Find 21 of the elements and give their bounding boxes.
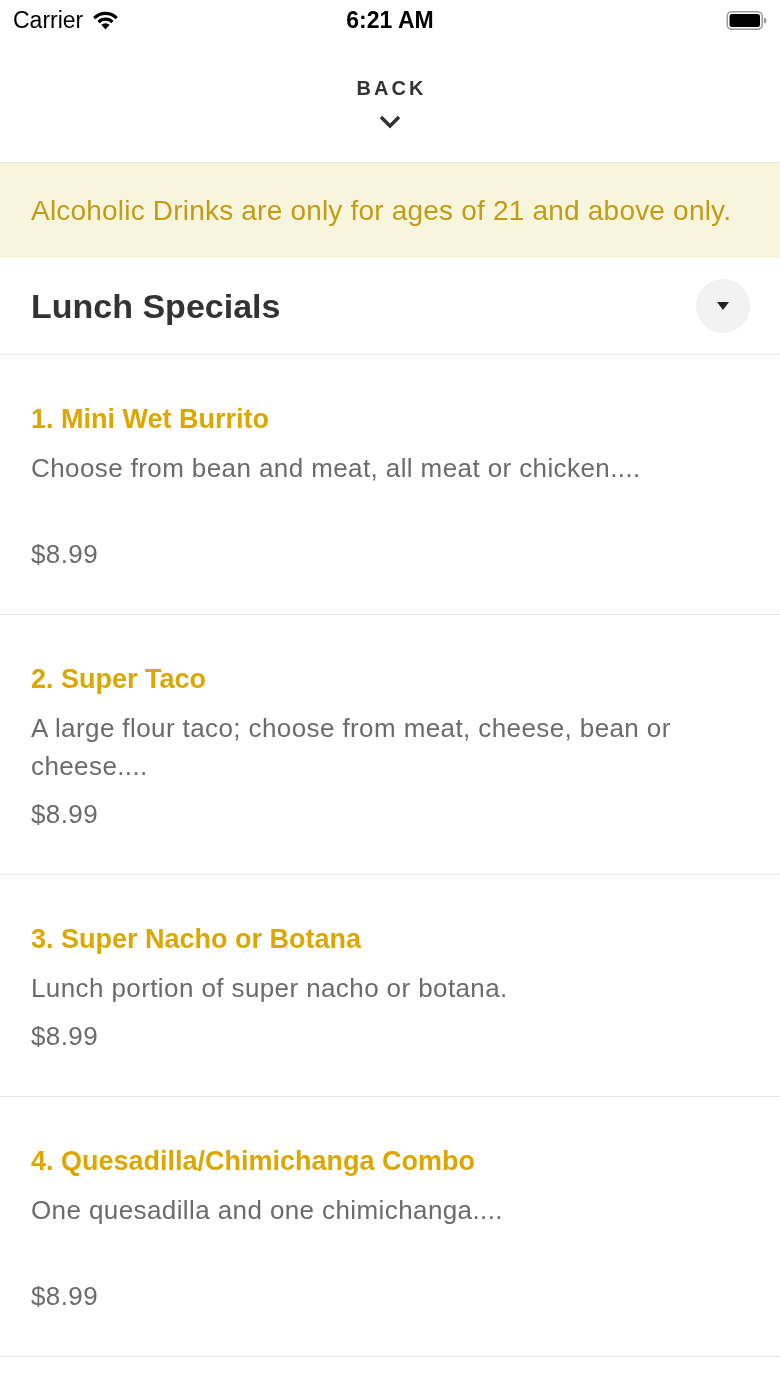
dish-description: Choose from bean and meat, all meat or chicken.... bbox=[31, 452, 642, 485]
back-button[interactable]: BACK bbox=[352, 73, 428, 137]
dish-description: A large flour taco; choose from meat, cheese, bean or cheese.... bbox=[31, 712, 672, 783]
dish-price: $8.99 bbox=[31, 538, 100, 571]
dish-price: $8.99 bbox=[31, 798, 100, 831]
dish-price: $8.99 bbox=[31, 1020, 100, 1053]
dish-name: 4. Quesadilla/Chimichanga Combo bbox=[31, 1145, 477, 1178]
battery-icon bbox=[726, 10, 767, 30]
dish-price: $8.99 bbox=[31, 1280, 100, 1313]
dish-name: 2. Super Taco bbox=[31, 663, 208, 696]
triangle-down-icon bbox=[717, 302, 729, 310]
wifi-icon bbox=[92, 10, 120, 30]
dish-description: Lunch portion of super nacho or botana. bbox=[31, 972, 509, 1005]
clock-time: 6:21 AM bbox=[346, 6, 434, 34]
chevron-down-icon bbox=[379, 115, 401, 129]
age-notice-text: Alcoholic Drinks are only for ages of 21 and above only. bbox=[31, 195, 733, 227]
dish-description: One quesadilla and one chimichanga.... bbox=[31, 1194, 504, 1227]
carrier-name: Carrier bbox=[13, 6, 84, 34]
section-title: Lunch Specials bbox=[31, 286, 281, 327]
dish-name: 1. Mini Wet Burrito bbox=[31, 403, 270, 436]
dish-name: 3. Super Nacho or Botana bbox=[31, 923, 363, 956]
